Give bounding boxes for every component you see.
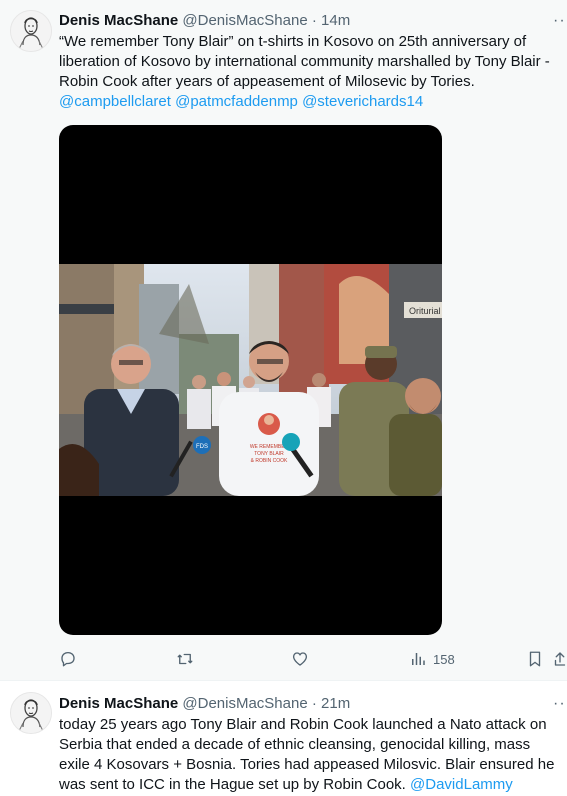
mention-link[interactable]: @patmcfaddenmp	[175, 93, 298, 110]
author-name[interactable]: Denis MacShane	[59, 12, 178, 29]
tweet-text-line-with-mention: was sent to ICC in the Hague set up by R…	[59, 775, 559, 795]
mention-link[interactable]: @DavidLammy	[410, 776, 513, 793]
tweet[interactable]: Denis MacShane @DenisMacShane · 21m ··· …	[0, 680, 567, 796]
avatar[interactable]	[10, 10, 52, 52]
timestamp[interactable]: 14m	[321, 12, 350, 29]
views-button[interactable]: 158	[409, 648, 455, 670]
tweet-text-line: Robin Cook after years of appeasement of…	[59, 73, 475, 90]
tweet-text: “We remember Tony Blair” on t-shirts in …	[59, 32, 559, 112]
tweet-text-line: exile 4 Kosovars + Bosnia. Tories had ap…	[59, 756, 555, 773]
avatar[interactable]	[10, 692, 52, 734]
retweet-icon	[177, 653, 193, 665]
share-button[interactable]	[553, 648, 567, 670]
like-button[interactable]	[291, 648, 309, 670]
share-icon	[554, 652, 566, 666]
mentions-line: @campbellclaret @patmcfaddenmp @steveric…	[59, 92, 559, 112]
tweet-text-line: today 25 years ago Tony Blair and Robin …	[59, 716, 547, 733]
views-count: 158	[433, 651, 455, 667]
bookmark-button[interactable]	[527, 648, 543, 670]
more-options-icon[interactable]: ···	[553, 16, 567, 26]
reply-icon	[61, 651, 75, 667]
tweet-text-line: “We remember Tony Blair” on t-shirts in …	[59, 33, 527, 50]
microphone-label: FDS	[196, 444, 208, 450]
tweet-actions: 158	[59, 648, 567, 670]
mention-link[interactable]: @campbellclaret	[59, 93, 171, 110]
timestamp[interactable]: 21m	[321, 695, 350, 712]
more-options-icon[interactable]: ···	[553, 699, 567, 709]
tweet-photo: Oriturial WE REMEMBER TONY BLAIR & ROBIN…	[59, 264, 442, 496]
views-icon	[412, 653, 425, 665]
separator: ·	[311, 695, 317, 712]
separator: ·	[311, 12, 317, 29]
tweet-media[interactable]: Oriturial WE REMEMBER TONY BLAIR & ROBIN…	[59, 125, 442, 635]
shirt-text: TONY BLAIR	[254, 451, 284, 457]
shirt-text: & ROBIN COOK	[251, 458, 288, 464]
reply-button[interactable]	[59, 648, 77, 670]
like-icon	[292, 652, 308, 666]
tweet-header: Denis MacShane @DenisMacShane · 21m	[59, 694, 350, 713]
tweet-text-line: Serbia that ended a decade of ethnic cle…	[59, 736, 531, 753]
tweet-text: today 25 years ago Tony Blair and Robin …	[59, 715, 559, 795]
bookmark-icon	[529, 651, 541, 667]
author-handle[interactable]: @DenisMacShane	[182, 695, 307, 712]
author-handle[interactable]: @DenisMacShane	[182, 12, 307, 29]
mention-link[interactable]: @steverichards14	[302, 93, 423, 110]
tweet[interactable]: Denis MacShane @DenisMacShane · 14m ··· …	[0, 0, 567, 680]
retweet-button[interactable]	[175, 648, 195, 670]
tweet-text-line: was sent to ICC in the Hague set up by R…	[59, 776, 406, 793]
tweet-header: Denis MacShane @DenisMacShane · 14m	[59, 11, 350, 30]
tweet-text-line: liberation of Kosovo by international co…	[59, 53, 550, 70]
shop-sign: Oriturial	[409, 306, 441, 316]
author-name[interactable]: Denis MacShane	[59, 695, 178, 712]
